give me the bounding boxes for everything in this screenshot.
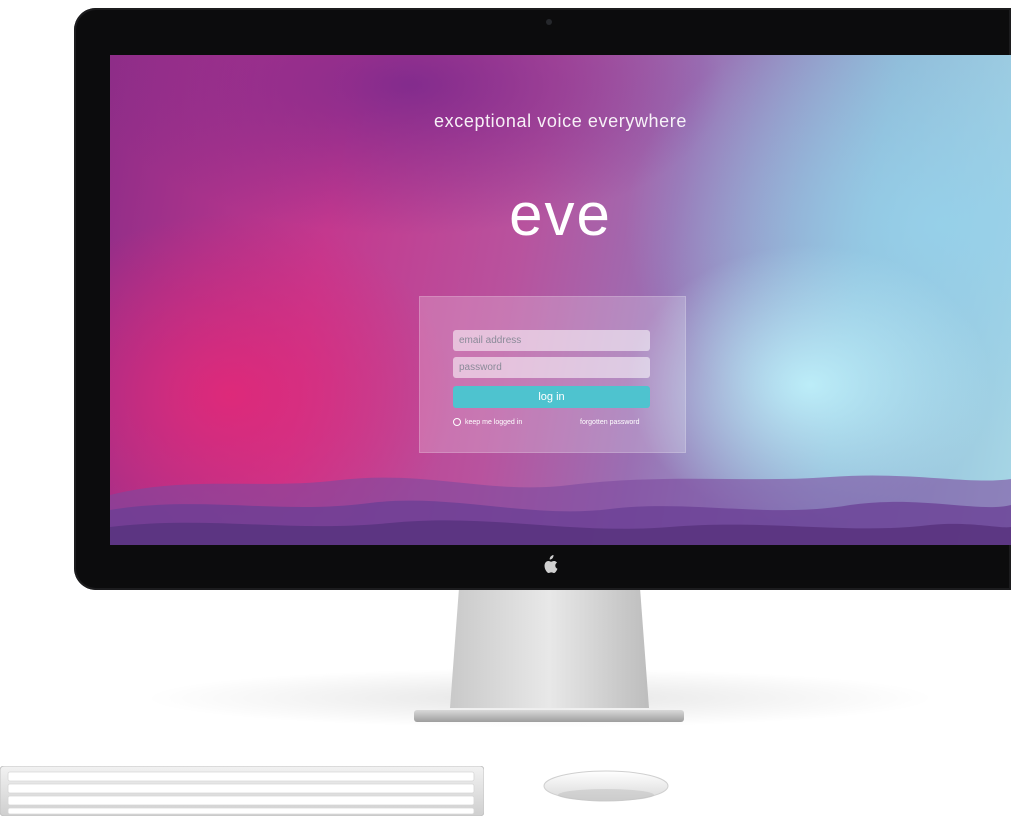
apple-logo-icon <box>544 555 558 573</box>
tagline: exceptional voice everywhere <box>434 111 687 131</box>
mouse <box>543 770 669 802</box>
login-button[interactable]: log in <box>453 386 650 408</box>
scene: exceptional voice everywhere eve log in … <box>0 0 1011 816</box>
eve-logo: eve <box>509 181 612 248</box>
screen: exceptional voice everywhere eve log in … <box>110 55 1011 545</box>
radio-icon[interactable] <box>453 418 461 426</box>
email-field[interactable] <box>453 330 650 351</box>
camera-icon <box>546 19 552 25</box>
forgot-password-link[interactable]: forgotten password <box>580 419 640 426</box>
keyboard <box>0 766 484 816</box>
monitor-stand <box>414 588 684 722</box>
remember-me[interactable]: keep me logged in <box>453 418 522 426</box>
login-panel: log in keep me logged in forgotten passw… <box>419 296 686 453</box>
password-field[interactable] <box>453 357 650 378</box>
remember-label: keep me logged in <box>465 418 523 426</box>
